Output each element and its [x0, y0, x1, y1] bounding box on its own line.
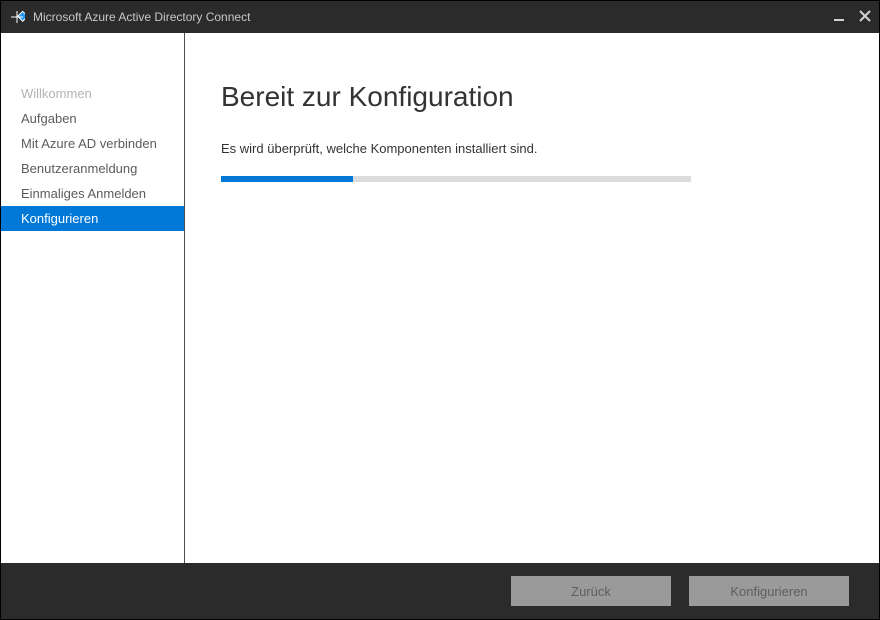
- sidebar-item-label: Benutzeranmeldung: [21, 161, 137, 176]
- page-title: Bereit zur Konfiguration: [221, 81, 829, 113]
- sidebar-item-label: Einmaliges Anmelden: [21, 186, 146, 201]
- sidebar-item-label: Willkommen: [21, 86, 92, 101]
- sidebar-item-tasks[interactable]: Aufgaben: [1, 106, 184, 131]
- configure-button[interactable]: Konfigurieren: [689, 576, 849, 606]
- window-title: Microsoft Azure Active Directory Connect: [33, 10, 833, 24]
- sidebar-item-label: Konfigurieren: [21, 211, 98, 226]
- sidebar-item-configure[interactable]: Konfigurieren: [1, 206, 184, 231]
- sidebar: Willkommen Aufgaben Mit Azure AD verbind…: [1, 33, 185, 563]
- footer: Zurück Konfigurieren: [1, 563, 879, 619]
- titlebar: Microsoft Azure Active Directory Connect: [1, 1, 879, 33]
- progress-bar: [221, 176, 691, 182]
- sidebar-item-user-signin[interactable]: Benutzeranmeldung: [1, 156, 184, 181]
- progress-fill: [221, 176, 353, 182]
- close-button[interactable]: [859, 10, 871, 25]
- sidebar-item-single-signon[interactable]: Einmaliges Anmelden: [1, 181, 184, 206]
- window-controls: [833, 10, 871, 25]
- back-button[interactable]: Zurück: [511, 576, 671, 606]
- sidebar-item-connect-azure-ad[interactable]: Mit Azure AD verbinden: [1, 131, 184, 156]
- status-text: Es wird überprüft, welche Komponenten in…: [221, 141, 829, 156]
- sidebar-item-welcome[interactable]: Willkommen: [1, 81, 184, 106]
- sidebar-item-label: Mit Azure AD verbinden: [21, 136, 157, 151]
- content-area: Willkommen Aufgaben Mit Azure AD verbind…: [1, 33, 879, 563]
- sidebar-item-label: Aufgaben: [21, 111, 77, 126]
- minimize-button[interactable]: [833, 10, 845, 25]
- main-panel: Bereit zur Konfiguration Es wird überprü…: [185, 33, 879, 563]
- app-icon: [9, 9, 25, 25]
